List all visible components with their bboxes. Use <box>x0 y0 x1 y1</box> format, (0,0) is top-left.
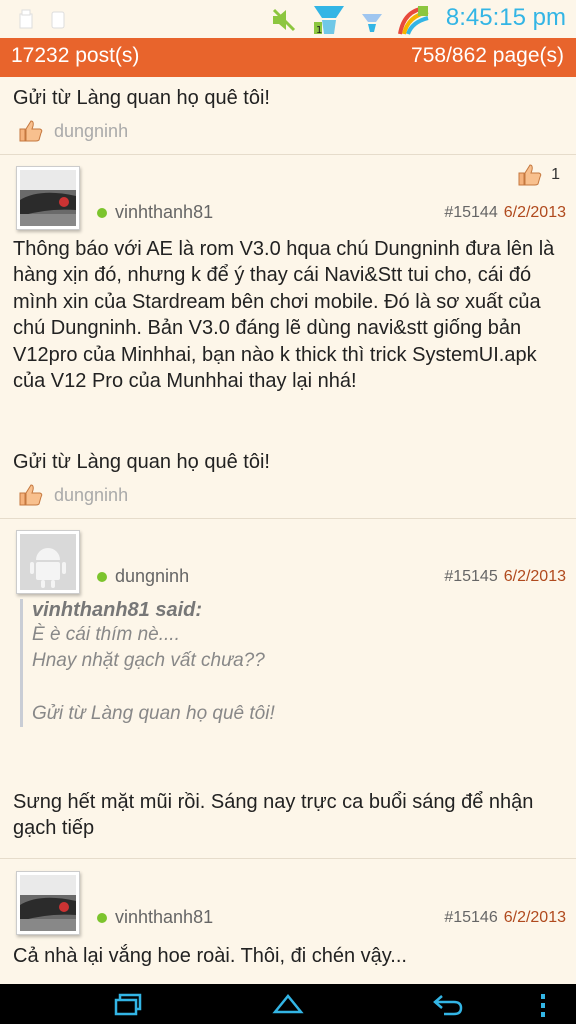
quote-line: Hnay nhặt gạch vất chưa?? <box>32 650 265 672</box>
car-photo-avatar <box>20 170 76 226</box>
status-bar: 1 8:45:15 pm <box>0 0 576 38</box>
divider <box>0 154 576 155</box>
wifi-icon <box>362 14 382 32</box>
quote-block: vinhthanh81 said: È è cái thím nè.... Hn… <box>20 599 540 728</box>
post-meta: #15146 6/2/2013 <box>444 909 566 927</box>
quote-line: È è cái thím nè.... <box>32 624 180 645</box>
post-signature: Gửi từ Làng quan họ quê tôi! <box>13 87 270 109</box>
thumbs-up-icon[interactable] <box>18 119 44 143</box>
mute-icon <box>272 8 296 32</box>
username[interactable]: vinhthanh81 <box>115 907 213 928</box>
post-number[interactable]: #15144 <box>444 204 497 221</box>
like-count-value: 1 <box>551 166 560 183</box>
thumbs-up-icon[interactable] <box>18 483 44 507</box>
username[interactable]: dungninh <box>115 566 189 587</box>
quote-line: Gửi từ Làng quan họ quê tôi! <box>32 702 275 724</box>
usb-icon <box>19 9 65 29</box>
post-number[interactable]: #15146 <box>444 909 497 926</box>
svg-text:1: 1 <box>316 25 322 36</box>
post-list[interactable]: Gửi từ Làng quan họ quê tôi! dungninh 1 … <box>0 77 576 984</box>
post-body: Thông báo với AE là rom V3.0 hqua chú Du… <box>13 238 555 393</box>
page-indicator[interactable]: 758/862 page(s) <box>411 44 564 68</box>
avatar[interactable] <box>16 871 80 935</box>
quote-line <box>32 675 540 701</box>
divider <box>0 518 576 519</box>
avatar[interactable] <box>16 530 80 594</box>
back-icon[interactable] <box>432 992 464 1016</box>
post-date: 6/2/2013 <box>503 568 566 585</box>
car-photo-avatar <box>20 875 76 931</box>
post-meta: #15144 6/2/2013 <box>444 204 566 222</box>
menu-icon[interactable] <box>538 992 548 1018</box>
android-avatar-icon <box>20 534 76 590</box>
online-indicator <box>97 207 107 218</box>
post-number[interactable]: #15145 <box>444 568 497 585</box>
username[interactable]: vinhthanh81 <box>115 202 213 223</box>
pen-icon <box>398 6 429 35</box>
home-icon[interactable] <box>272 992 304 1016</box>
thread-header: 17232 post(s) 758/862 page(s) <box>0 38 576 77</box>
thumbs-up-icon[interactable] <box>517 163 543 187</box>
post-date: 6/2/2013 <box>503 204 566 221</box>
recent-apps-icon[interactable] <box>114 992 144 1016</box>
post-meta: #15145 6/2/2013 <box>444 568 566 586</box>
signal-icon: 1 <box>314 6 344 36</box>
post-like-row[interactable]: dungninh <box>18 483 128 507</box>
divider <box>0 858 576 859</box>
online-indicator <box>97 571 107 582</box>
like-count[interactable]: 1 <box>517 163 560 187</box>
clock: 8:45:15 pm <box>445 4 566 31</box>
post-count: 17232 post(s) <box>11 44 140 67</box>
liker-name[interactable]: dungninh <box>54 121 128 142</box>
post-like-row[interactable]: dungninh <box>18 119 128 143</box>
post-date: 6/2/2013 <box>503 909 566 926</box>
online-indicator <box>97 912 107 923</box>
liker-name[interactable]: dungninh <box>54 485 128 506</box>
quote-author: vinhthanh81 said: <box>32 599 203 621</box>
navigation-bar <box>0 984 576 1024</box>
post-body: Cả nhà lại vắng hoe roài. Thôi, đi chén … <box>13 945 407 967</box>
post-signature: Gửi từ Làng quan họ quê tôi! <box>13 451 270 473</box>
avatar[interactable] <box>16 166 80 230</box>
post-body: Sưng hết mặt mũi rồi. Sáng nay trực ca b… <box>13 791 534 840</box>
